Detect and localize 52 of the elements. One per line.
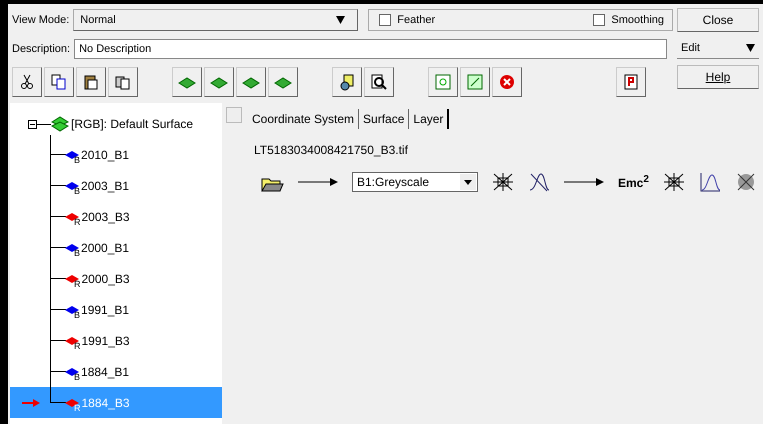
histogram-icon[interactable] [698, 172, 721, 192]
band-letter: B [74, 310, 80, 320]
tree-item-label: 1991_B3 [82, 334, 130, 348]
tree-item-label: 1884_B1 [81, 364, 130, 378]
tab[interactable]: Surface [359, 109, 410, 129]
tree-item-label: 2010_B1 [81, 148, 130, 162]
colormap-dropdown[interactable]: B1:Greyscale [352, 172, 478, 192]
clipboard-icon[interactable] [76, 67, 106, 97]
collapse-icon[interactable] [28, 120, 37, 128]
copy-icon[interactable] [44, 67, 74, 97]
band-letter: B [74, 154, 80, 164]
tab[interactable]: Coordinate System [248, 109, 360, 129]
documents-icon[interactable] [108, 67, 138, 97]
option-checkbox[interactable]: Smoothing [593, 14, 664, 26]
grid-icon[interactable] [662, 172, 685, 192]
band-letter: R [74, 216, 80, 226]
arrow-icon [564, 178, 604, 186]
tab[interactable]: Layer [409, 109, 450, 129]
arrow-icon [22, 399, 40, 407]
tree-item-label: 2000_B3 [82, 272, 130, 286]
tree-item-label: 2000_B1 [81, 240, 130, 254]
grid-icon[interactable] [492, 172, 514, 192]
option-checkbox[interactable]: Feather [379, 14, 436, 26]
close-button[interactable]: Close [677, 8, 759, 32]
band-letter: B [74, 186, 80, 196]
cancel-icon[interactable] [492, 67, 522, 97]
curve-icon[interactable] [528, 172, 550, 192]
band-letter: R [74, 340, 80, 350]
tree-item[interactable]: [RGB]: Default Surface [71, 117, 194, 131]
dropdown-arrow-icon [336, 16, 346, 24]
edit-dropdown[interactable]: Edit [677, 38, 759, 59]
view-mode-label: View Mode: [12, 14, 70, 26]
tree-item-label: 1884_B3 [82, 396, 130, 410]
layers-icon [51, 116, 69, 132]
document-icon[interactable] [616, 67, 646, 97]
band-letter: R [74, 402, 80, 412]
zoom-icon[interactable] [364, 67, 394, 97]
formula-label[interactable]: Emc$^{2}$ [618, 174, 649, 190]
scissors-icon[interactable] [12, 67, 42, 97]
description-label: Description: [12, 42, 70, 54]
arrow-icon [298, 178, 338, 186]
description-field[interactable]: No Description [74, 38, 667, 58]
tree-item-label: 1991_B1 [81, 302, 130, 316]
band-letter: B [74, 372, 80, 382]
help-button[interactable]: Help [677, 65, 759, 89]
file-name: LT5183034008421750_B3.tif [254, 143, 409, 157]
tree-item-label: 2003_B1 [81, 178, 130, 192]
dropdown-arrow-icon [746, 44, 755, 52]
band-letter: R [74, 278, 80, 288]
view-mode-dropdown[interactable]: Normal [73, 9, 358, 31]
tree-item-label: 2003_B3 [82, 210, 130, 224]
band-letter: B [74, 248, 80, 258]
